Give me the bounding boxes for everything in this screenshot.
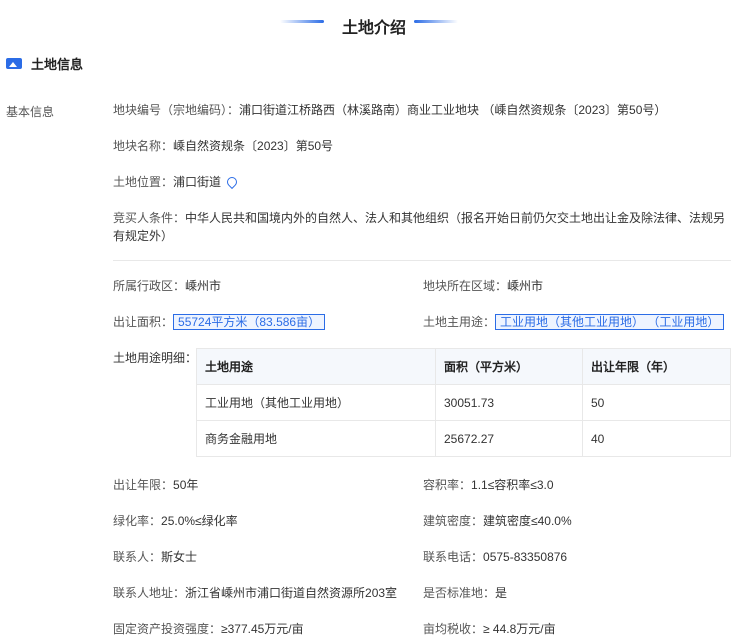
area-label: 出让面积： <box>113 315 174 329</box>
far-value: 1.1≤容积率≤3.0 <box>471 478 554 492</box>
page-title: 土地介绍 <box>341 20 406 37</box>
tax-field: 亩均税收：≥ 44.8万元/亩 <box>423 620 556 638</box>
green-label: 绿化率： <box>113 514 162 528</box>
investment-label: 固定资产投资强度： <box>113 622 222 636</box>
location-label: 土地位置： <box>113 175 174 189</box>
phone-label: 联系电话： <box>423 550 484 564</box>
density-field: 建筑密度：建筑密度≤40.0% <box>423 512 572 530</box>
region-value: 嵊州市 <box>507 279 544 293</box>
table-header-years: 出让年限（年） <box>582 348 731 385</box>
tax-value: ≥ 44.8万元/亩 <box>483 622 556 636</box>
location-row: 土地位置：浦口街道 <box>113 173 240 191</box>
title-decoration-right <box>414 20 458 23</box>
parcel-name-row: 地块名称：嵊自然资规条〔2023〕第50号 <box>113 137 333 155</box>
table-header-use: 土地用途 <box>196 348 436 385</box>
location-value: 浦口街道 <box>173 175 222 189</box>
green-field: 绿化率：25.0%≤绿化率 <box>113 512 238 530</box>
phone-field: 联系电话：0575-83350876 <box>423 548 567 566</box>
contact-field: 联系人：斯女士 <box>113 548 197 566</box>
parcel-name-label: 地块名称： <box>113 139 174 153</box>
parcel-code-value: 浦口街道江桥路西（林溪路南）商业工业地块 （嵊自然资规条〔2023〕第50号） <box>239 103 667 117</box>
divider <box>113 260 731 261</box>
address-label: 联系人地址： <box>113 586 186 600</box>
district-label: 所属行政区： <box>113 279 186 293</box>
bidder-conditions-row: 竞买人条件：中华人民共和国境内外的自然人、法人和其他组织（报名开始日前仍欠交土地… <box>113 209 731 245</box>
region-label: 地块所在区域： <box>423 279 508 293</box>
main-use-value: 工业用地（其他工业用地） （工业用地） <box>495 314 725 330</box>
bidder-conditions-value-cont: 有规定外） <box>113 229 174 243</box>
far-label: 容积率： <box>423 478 472 492</box>
table-cell-area: 25672.27 <box>435 420 583 457</box>
years-field: 出让年限：50年 <box>113 476 198 494</box>
standard-field: 是否标准地：是 <box>423 584 507 602</box>
bidder-conditions-value: 中华人民共和国境内外的自然人、法人和其他组织（报名开始日前仍欠交土地出让金及除法… <box>185 211 726 225</box>
bidder-conditions-label: 竞买人条件： <box>113 211 186 225</box>
area-value: 55724平方米（83.586亩） <box>173 314 326 330</box>
area-field: 出让面积： 55724平方米（83.586亩） <box>113 313 326 331</box>
main-use-label: 土地主用途： <box>423 315 496 329</box>
basic-info-label: 基本信息 <box>6 105 55 119</box>
table-cell-use: 工业用地（其他工业用地） <box>196 384 436 421</box>
table-cell-years: 50 <box>582 384 731 421</box>
image-icon <box>6 57 22 69</box>
table-header-area: 面积（平方米） <box>435 348 583 385</box>
phone-value: 0575-83350876 <box>483 550 568 564</box>
use-detail-label: 土地用途明细： <box>113 351 198 365</box>
district-value: 嵊州市 <box>185 279 222 293</box>
contact-value: 斯女士 <box>161 550 198 564</box>
contact-label: 联系人： <box>113 550 162 564</box>
standard-value: 是 <box>495 586 508 600</box>
table-cell-years: 40 <box>582 420 731 457</box>
district-field: 所属行政区：嵊州市 <box>113 277 221 295</box>
standard-label: 是否标准地： <box>423 586 496 600</box>
section-header: 土地信息 <box>6 54 83 72</box>
table-cell-area: 30051.73 <box>435 384 583 421</box>
table-cell-use: 商务金融用地 <box>196 420 436 457</box>
main-use-field: 土地主用途： 工业用地（其他工业用地） （工业用地） <box>423 313 725 331</box>
section-title: 土地信息 <box>31 56 84 72</box>
region-field: 地块所在区域：嵊州市 <box>423 277 543 295</box>
tax-label: 亩均税收： <box>423 622 484 636</box>
table-row: 商务金融用地 25672.27 40 <box>196 420 731 457</box>
page-header: 土地介绍 <box>0 0 748 44</box>
density-value: 建筑密度≤40.0% <box>483 514 572 528</box>
address-value: 浙江省嵊州市浦口街道自然资源所203室 <box>185 586 398 600</box>
parcel-code-label: 地块编号（宗地编码）： <box>113 103 240 117</box>
investment-value: ≥377.45万元/亩 <box>221 622 304 636</box>
years-value: 50年 <box>173 478 199 492</box>
investment-field: 固定资产投资强度：≥377.45万元/亩 <box>113 620 304 638</box>
location-pin-icon[interactable] <box>224 174 240 190</box>
land-use-table: 土地用途 面积（平方米） 出让年限（年） 工业用地（其他工业用地） 30051.… <box>196 348 731 457</box>
years-label: 出让年限： <box>113 478 174 492</box>
green-value: 25.0%≤绿化率 <box>161 514 238 528</box>
far-field: 容积率：1.1≤容积率≤3.0 <box>423 476 554 494</box>
parcel-name-value: 嵊自然资规条〔2023〕第50号 <box>173 139 334 153</box>
table-row: 工业用地（其他工业用地） 30051.73 50 <box>196 384 731 421</box>
parcel-code-row: 地块编号（宗地编码）：浦口街道江桥路西（林溪路南）商业工业地块 （嵊自然资规条〔… <box>113 101 666 119</box>
address-field: 联系人地址：浙江省嵊州市浦口街道自然资源所203室 <box>113 584 397 602</box>
density-label: 建筑密度： <box>423 514 484 528</box>
table-header-row: 土地用途 面积（平方米） 出让年限（年） <box>196 348 731 385</box>
